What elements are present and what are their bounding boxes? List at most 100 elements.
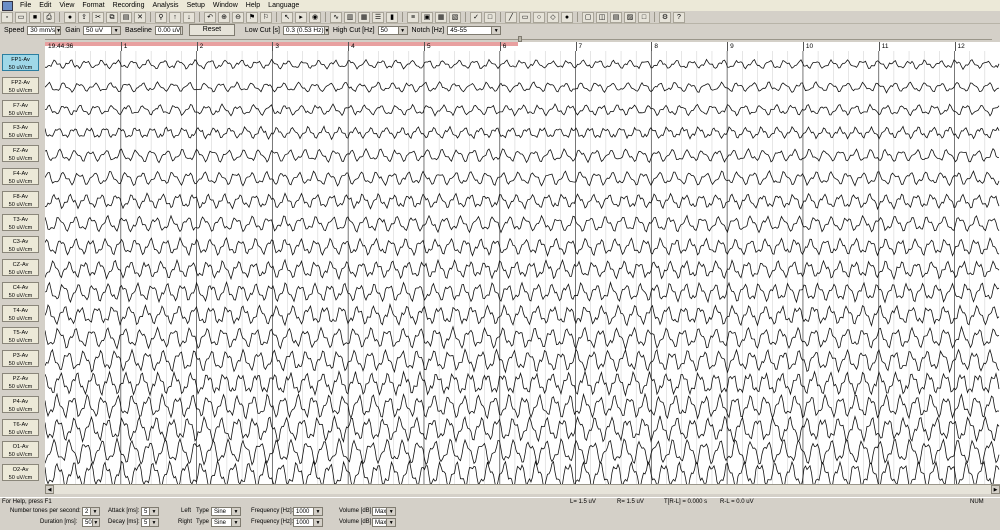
gain-select[interactable]: 50 uV ▼ — [83, 25, 122, 35]
undo-icon[interactable]: ↶ — [204, 11, 216, 23]
second-label: 6 — [502, 43, 507, 50]
arrow-down-icon[interactable]: ↓ — [183, 11, 195, 23]
channel-label-fz-av[interactable]: FZ-Av 50 uV/cm — [2, 145, 39, 163]
menu-edit[interactable]: Edit — [35, 0, 55, 11]
copy-icon[interactable]: ⧉ — [106, 11, 118, 23]
horizontal-scrollbar[interactable]: ◀ ▶ — [45, 484, 1000, 494]
menu-recording[interactable]: Recording — [109, 0, 149, 11]
channel-label-f4-av[interactable]: F4-Av 50 uV/cm — [2, 167, 39, 185]
spinner-icon: ⇕ — [180, 26, 182, 34]
help-text: For Help, press F1 — [2, 499, 52, 505]
line-icon[interactable]: ╱ — [505, 11, 517, 23]
channel-label-f7-av[interactable]: F7-Av 50 uV/cm — [2, 99, 39, 117]
notch-select[interactable]: 45-55 ▼ — [447, 25, 502, 35]
max-icon[interactable]: □ — [638, 11, 650, 23]
window-icon[interactable]: ▢ — [582, 11, 594, 23]
print-icon[interactable]: ⎙ — [43, 11, 55, 23]
eeg-trace — [45, 125, 1000, 141]
square-icon[interactable]: □ — [484, 11, 496, 23]
grid-icon[interactable]: ▦ — [358, 11, 370, 23]
vol-left-select[interactable]: Max ▼ — [372, 507, 396, 516]
settings-icon[interactable]: ⚙ — [659, 11, 671, 23]
export-icon[interactable]: ⇪ — [78, 11, 90, 23]
montage-icon[interactable]: ≡ — [407, 11, 419, 23]
eye-icon[interactable]: ◉ — [309, 11, 321, 23]
vol-right-select[interactable]: Max ▼ — [372, 518, 396, 527]
speed-select[interactable]: 30 mm/s ▼ — [27, 25, 62, 35]
menu-window[interactable]: Window — [209, 0, 242, 11]
save-icon[interactable]: ■ — [29, 11, 41, 23]
channel-label-p3-av[interactable]: P3-Av 50 uV/cm — [2, 350, 39, 368]
check-icon[interactable]: ✓ — [470, 11, 482, 23]
channel-label-f8-av[interactable]: F8-Av 50 uV/cm — [2, 190, 39, 208]
baseline-spinner[interactable]: 0.00 uV⇕ — [154, 25, 183, 35]
cascade-icon[interactable]: ▨ — [624, 11, 636, 23]
cursor-icon[interactable]: ↖ — [281, 11, 293, 23]
flag2-icon[interactable]: ⚐ — [260, 11, 272, 23]
duration-value: 50 — [85, 519, 92, 526]
new-file-icon[interactable]: ▫ — [1, 11, 13, 23]
rect-icon[interactable]: ▭ — [519, 11, 531, 23]
channel-label-t3-av[interactable]: T3-Av 50 uV/cm — [2, 213, 39, 231]
list-icon[interactable]: ☰ — [372, 11, 384, 23]
scroll-left-icon[interactable]: ◀ — [45, 485, 54, 494]
type-right-select[interactable]: Sine ▼ — [211, 518, 241, 527]
tones-select[interactable]: 2 ▼ — [82, 507, 100, 516]
freq-right-select[interactable]: 1000 ▼ — [293, 518, 323, 527]
channel-label-o1-av[interactable]: O1-Av 50 uV/cm — [2, 441, 39, 459]
chart-icon[interactable]: ▧ — [449, 11, 461, 23]
lowcut-select[interactable]: 0.3 (0.53 Hz)▼ — [282, 25, 329, 35]
channel-label-pz-av[interactable]: PZ-Av 50 uV/cm — [2, 373, 39, 391]
channel-label-t4-av[interactable]: T4-Av 50 uV/cm — [2, 304, 39, 322]
menu-language[interactable]: Language — [264, 0, 303, 11]
scroll-right-icon[interactable]: ▶ — [991, 485, 1000, 494]
record-icon[interactable]: ● — [64, 11, 76, 23]
marker-icon[interactable]: ▸ — [295, 11, 307, 23]
paste-icon[interactable]: ▤ — [120, 11, 132, 23]
table-icon[interactable]: ▦ — [435, 11, 447, 23]
channel-label-t5-av[interactable]: T5-Av 50 uV/cm — [2, 327, 39, 345]
tile-icon[interactable]: ▤ — [610, 11, 622, 23]
arrow-up-icon[interactable]: ↑ — [169, 11, 181, 23]
freq-left-select[interactable]: 1000 ▼ — [293, 507, 323, 516]
bars-icon[interactable]: ▥ — [344, 11, 356, 23]
menu-file[interactable]: File — [16, 0, 35, 11]
cut-icon[interactable]: ✂ — [92, 11, 104, 23]
channel-label-p4-av[interactable]: P4-Av 50 uV/cm — [2, 395, 39, 413]
open-icon[interactable]: ▭ — [15, 11, 27, 23]
help-icon[interactable]: ? — [673, 11, 685, 23]
duration-select[interactable]: 50 ▼ — [82, 518, 100, 527]
menu-help[interactable]: Help — [242, 0, 264, 11]
channel-label-f3-av[interactable]: F3-Av 50 uV/cm — [2, 122, 39, 140]
split-icon[interactable]: ◫ — [596, 11, 608, 23]
channel-label-o2-av[interactable]: O2-Av 50 uV/cm — [2, 464, 39, 482]
binoculars-icon[interactable]: ⚲ — [155, 11, 167, 23]
zoom-in-icon[interactable]: ⊕ — [218, 11, 230, 23]
zoom-out-icon[interactable]: ⊖ — [232, 11, 244, 23]
highcut-select[interactable]: 50 ▼ — [377, 25, 408, 35]
decay-select[interactable]: 5 ▼ — [141, 518, 159, 527]
eeg-trace — [45, 81, 1000, 94]
flag-icon[interactable]: ⚑ — [246, 11, 258, 23]
dot-icon[interactable]: ● — [561, 11, 573, 23]
channel-label-c4-av[interactable]: C4-Av 50 uV/cm — [2, 281, 39, 299]
channel-label-fp1-av[interactable]: FP1-Av 50 uV/cm — [2, 54, 39, 71]
columns-icon[interactable]: ▮ — [386, 11, 398, 23]
eeg-plot[interactable] — [45, 51, 1000, 484]
attack-select[interactable]: 5 ▼ — [141, 507, 159, 516]
delete-icon[interactable]: ✕ — [134, 11, 146, 23]
channel-label-cz-av[interactable]: CZ-Av 50 uV/cm — [2, 259, 39, 277]
menu-format[interactable]: Format — [78, 0, 108, 11]
circle-icon[interactable]: ○ — [533, 11, 545, 23]
menu-view[interactable]: View — [55, 0, 78, 11]
layout-icon[interactable]: ▣ — [421, 11, 433, 23]
wave-icon[interactable]: ∿ — [330, 11, 342, 23]
channel-label-c3-av[interactable]: C3-Av 50 uV/cm — [2, 236, 39, 254]
menu-setup[interactable]: Setup — [183, 0, 209, 11]
channel-label-t6-av[interactable]: T6-Av 50 uV/cm — [2, 418, 39, 436]
diamond-icon[interactable]: ◇ — [547, 11, 559, 23]
channel-label-fp2-av[interactable]: FP2-Av 50 uV/cm — [2, 76, 39, 94]
menu-analysis[interactable]: Analysis — [148, 0, 182, 11]
reset-button[interactable]: Reset — [188, 24, 235, 36]
type-left-select[interactable]: Sine ▼ — [211, 507, 241, 516]
